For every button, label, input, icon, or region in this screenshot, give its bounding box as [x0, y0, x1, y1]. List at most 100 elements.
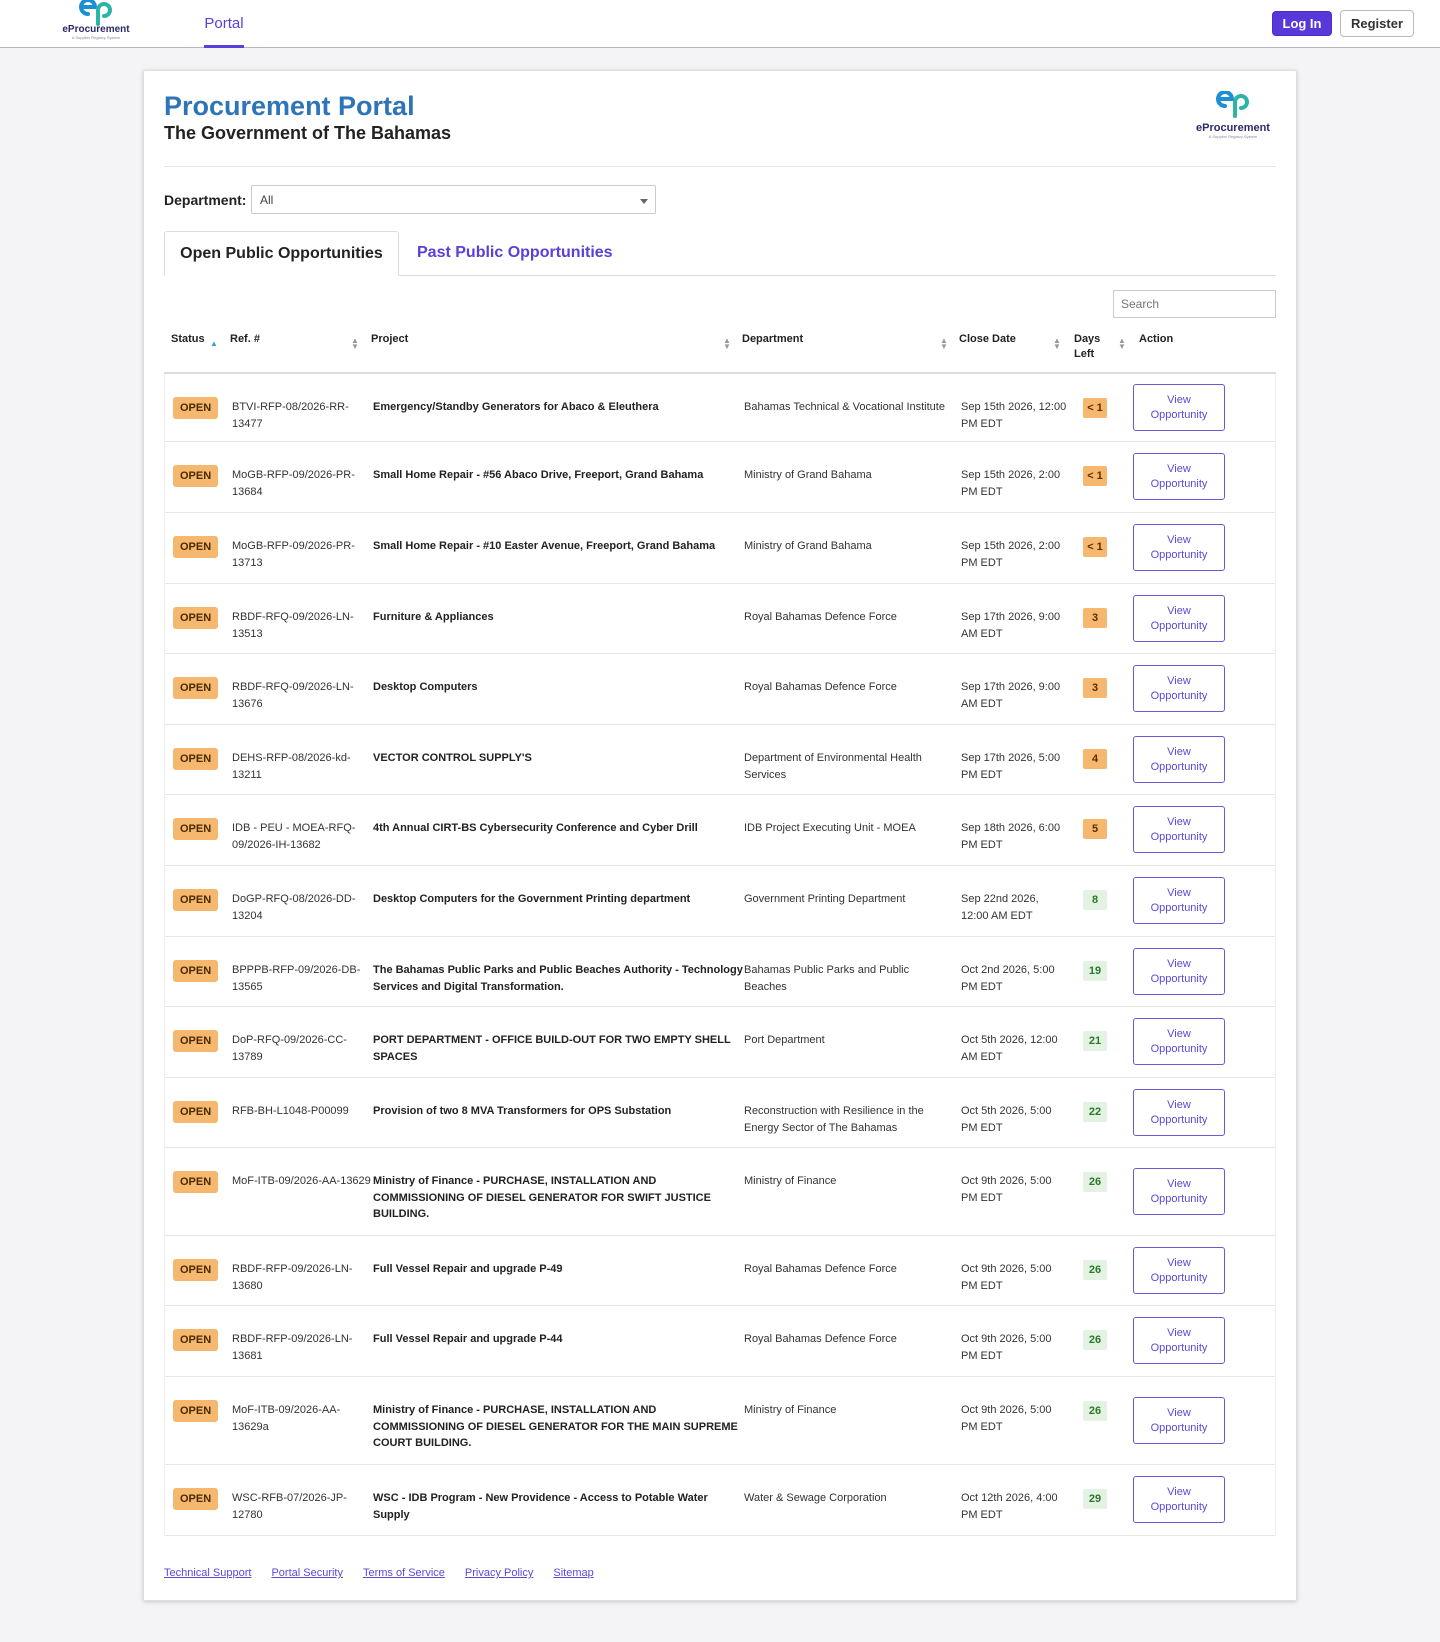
sort-icon[interactable]: ▲ ▼ — [351, 337, 359, 351]
view-opportunity-button[interactable]: View Opportunity — [1133, 1089, 1225, 1136]
status-cell: OPEN — [173, 1259, 219, 1281]
view-opportunity-button[interactable]: View Opportunity — [1133, 806, 1225, 853]
days-left-badge: 22 — [1083, 1102, 1107, 1122]
card-logo: eProcurement A Supplier Registry System — [1190, 90, 1276, 139]
close-date: Sep 15th 2026, 2:00 PM EDT — [961, 469, 1061, 498]
days-left-badge: 3 — [1083, 678, 1107, 698]
column-header-department[interactable]: Department — [742, 332, 803, 347]
close-date: Oct 9th 2026, 5:00 PM EDT — [961, 1263, 1052, 1292]
status-cell: OPEN — [173, 1329, 219, 1351]
department-name: IDB Project Executing Unit - MOEA — [744, 822, 916, 834]
column-header-project[interactable]: Project — [371, 332, 408, 347]
tab-open-opportunities[interactable]: Open Public Opportunities — [164, 231, 399, 276]
view-button-label-line2: Opportunity — [1150, 619, 1208, 632]
divider — [164, 166, 1276, 167]
footer-link-sitemap[interactable]: Sitemap — [553, 1567, 593, 1579]
days-left-cell: 8 — [1083, 890, 1107, 910]
footer-link-portal-security[interactable]: Portal Security — [271, 1567, 343, 1579]
view-opportunity-button[interactable]: View Opportunity — [1133, 384, 1225, 431]
project-name: VECTOR CONTROL SUPPLY'S — [373, 752, 532, 764]
project-name: Provision of two 8 MVA Transformers for … — [373, 1105, 672, 1117]
project-name: Emergency/Standby Generators for Abaco &… — [373, 401, 659, 413]
logo-wordmark: eProcurement — [62, 24, 130, 35]
days-left-cell: 26 — [1083, 1401, 1107, 1421]
tab-past-opportunities[interactable]: Past Public Opportunities — [417, 231, 613, 276]
view-button-label-line2: Opportunity — [1150, 901, 1208, 914]
view-opportunity-button[interactable]: View Opportunity — [1133, 1168, 1225, 1215]
days-left-cell: 5 — [1083, 819, 1107, 839]
page-subtitle: The Government of The Bahamas — [164, 123, 452, 143]
days-left-label-line2: Left — [1074, 348, 1095, 360]
table-header: Status ▲ Ref. # ▲ ▼ Project ▲ ▼ Department… — [164, 328, 1276, 374]
department-select[interactable]: All — [251, 185, 656, 214]
view-opportunity-button[interactable]: View Opportunity — [1133, 1397, 1225, 1444]
days-left-badge: 26 — [1083, 1172, 1107, 1192]
days-left-badge: 26 — [1083, 1260, 1107, 1280]
days-left-badge: 5 — [1083, 819, 1107, 839]
status-cell: OPEN — [173, 1101, 219, 1123]
column-header-status[interactable]: Status — [171, 332, 205, 347]
ref-number: DoGP-RFQ-08/2026-DD-13204 — [232, 893, 356, 922]
logo-wordmark: eProcurement — [1196, 122, 1270, 134]
opportunity-tabs: Open Public Opportunities Past Public Op… — [164, 231, 1276, 276]
view-button-label-line1: View — [1167, 816, 1191, 828]
view-opportunity-button[interactable]: View Opportunity — [1133, 736, 1225, 783]
view-opportunity-button[interactable]: View Opportunity — [1133, 1018, 1225, 1065]
close-date: Sep 17th 2026, 9:00 AM EDT — [961, 681, 1061, 710]
view-opportunity-button[interactable]: View Opportunity — [1133, 877, 1225, 924]
days-left-badge: 26 — [1083, 1401, 1107, 1421]
column-header-ref[interactable]: Ref. # — [230, 332, 260, 347]
view-opportunity-button[interactable]: View Opportunity — [1133, 524, 1225, 571]
view-button-label-line2: Opportunity — [1150, 830, 1208, 843]
status-badge: OPEN — [173, 1171, 219, 1193]
footer-link-technical-support[interactable]: Technical Support — [164, 1567, 251, 1579]
project-name: Desktop Computers — [373, 681, 478, 693]
sort-ascending-icon[interactable]: ▲ — [210, 340, 218, 348]
sort-icon[interactable]: ▲ ▼ — [1118, 337, 1126, 351]
portal-card: Procurement Portal The Government of The… — [143, 70, 1297, 1601]
eprocurement-logo[interactable]: eProcurement A Supplier Registry System — [56, 0, 136, 47]
nav-tab-portal[interactable]: Portal — [204, 0, 244, 48]
ep-logo-icon — [1216, 90, 1249, 118]
ref-number: MoF-ITB-09/2026-AA-13629 — [232, 1175, 371, 1187]
column-header-close-date[interactable]: Close Date — [959, 332, 1016, 347]
view-button-label-line1: View — [1167, 1327, 1191, 1339]
status-cell: OPEN — [173, 960, 219, 982]
view-opportunity-button[interactable]: View Opportunity — [1133, 453, 1225, 500]
footer-link-terms-of-service[interactable]: Terms of Service — [363, 1567, 445, 1579]
sort-icon[interactable]: ▲ ▼ — [940, 337, 948, 351]
days-left-cell: 4 — [1083, 749, 1107, 769]
register-button[interactable]: Register — [1340, 10, 1414, 37]
days-left-badge: < 1 — [1083, 537, 1107, 557]
status-badge: OPEN — [173, 1030, 219, 1052]
view-button-label-line1: View — [1167, 1099, 1191, 1111]
view-opportunity-button[interactable]: View Opportunity — [1133, 665, 1225, 712]
view-opportunity-button[interactable]: View Opportunity — [1133, 948, 1225, 995]
view-opportunity-button[interactable]: View Opportunity — [1133, 1247, 1225, 1294]
login-button[interactable]: Log In — [1272, 11, 1332, 36]
days-left-cell: 3 — [1083, 678, 1107, 698]
view-opportunity-button[interactable]: View Opportunity — [1133, 1476, 1225, 1523]
status-badge: OPEN — [173, 1488, 219, 1510]
status-cell: OPEN — [173, 1030, 219, 1052]
table-row: OPEN DoP-RFQ-09/2026-CC-13789 PORT DEPARTM… — [165, 1007, 1275, 1078]
department-name: Government Printing Department — [744, 893, 906, 905]
ref-number: RFB-BH-L1048-P00099 — [232, 1105, 349, 1117]
close-date: Sep 15th 2026, 2:00 PM EDT — [961, 540, 1061, 569]
view-button-label-line2: Opportunity — [1150, 1271, 1208, 1284]
search-input[interactable] — [1113, 290, 1276, 318]
table-row: OPEN RBDF-RFQ-09/2026-LN-13513 Furniture &… — [165, 584, 1275, 654]
sort-icon[interactable]: ▲ ▼ — [1053, 337, 1061, 351]
footer-links: Technical Support Portal Security Terms of… — [164, 1567, 614, 1579]
sort-icon[interactable]: ▲ ▼ — [723, 337, 731, 351]
view-opportunity-button[interactable]: View Opportunity — [1133, 595, 1225, 642]
view-opportunity-button[interactable]: View Opportunity — [1133, 1317, 1225, 1364]
logo-tagline: A Supplier Registry System — [71, 35, 121, 40]
column-header-days-left[interactable]: Days Left — [1074, 332, 1100, 362]
project-name: Full Vessel Repair and upgrade P-44 — [373, 1333, 563, 1345]
view-button-label-line1: View — [1167, 887, 1191, 899]
view-button-label-line2: Opportunity — [1150, 1500, 1208, 1513]
footer-link-privacy-policy[interactable]: Privacy Policy — [465, 1567, 533, 1579]
view-button-label-line1: View — [1167, 463, 1191, 475]
days-left-cell: 22 — [1083, 1102, 1107, 1122]
